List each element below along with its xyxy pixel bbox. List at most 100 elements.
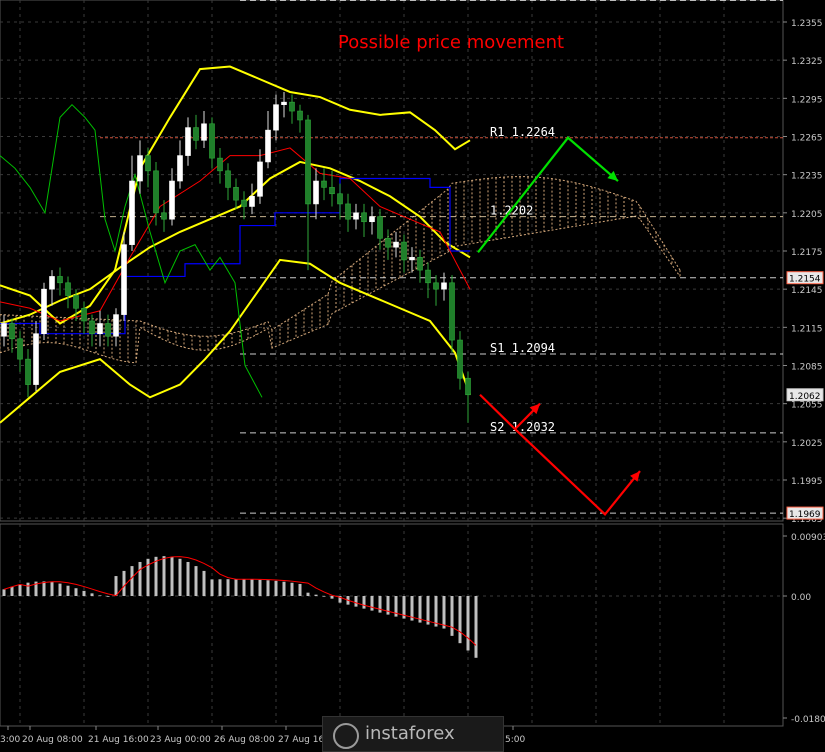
candle-body (297, 110, 303, 121)
macd-histogram-bar (58, 583, 62, 596)
macd-histogram-bar (82, 590, 86, 596)
macd-histogram-bar (378, 596, 382, 613)
candle-body (265, 129, 271, 163)
candle-body (49, 276, 55, 290)
macd-histogram-bar (250, 579, 254, 596)
candle-body (73, 295, 79, 309)
macd-histogram-bar (202, 570, 206, 596)
macd-tick-label: -0.01809 (791, 715, 825, 725)
candle-body (385, 237, 391, 248)
macd-histogram-bar (362, 596, 366, 609)
candle-body (169, 180, 175, 220)
macd-histogram-bar (242, 579, 246, 596)
macd-histogram-bar (442, 596, 446, 629)
candle-body (281, 101, 287, 105)
candle-body (321, 180, 327, 188)
macd-histogram-bar (466, 596, 470, 651)
candle-body (241, 199, 247, 207)
instaforex-logo-icon (333, 723, 359, 749)
macd-histogram-bar (90, 593, 94, 596)
macd-histogram-bar (114, 576, 118, 596)
candle-body (409, 257, 415, 261)
candle-body (337, 193, 343, 205)
price-tick-label: 1.2355 (791, 19, 823, 29)
macd-histogram-bar (18, 584, 22, 596)
macd-histogram-bar (290, 582, 294, 596)
candle-body (185, 127, 191, 156)
time-axis-label: 26 Aug 08:00 (214, 735, 275, 745)
candle-body (65, 282, 71, 296)
macd-histogram-bar (298, 583, 302, 596)
macd-histogram-bar (154, 556, 158, 596)
candle-body (89, 320, 95, 334)
level-label-R1: R1 1.2264 (490, 125, 555, 139)
candle-body (225, 170, 231, 188)
candle-body (57, 276, 63, 284)
macd-histogram-bar (138, 561, 142, 596)
candle-body (25, 358, 31, 385)
candle-body (305, 119, 311, 205)
annotation-title: Possible price movement (338, 32, 564, 53)
macd-histogram-bar (426, 596, 430, 625)
macd-histogram-bar (130, 566, 134, 596)
macd-tick-label: 0.00 (791, 593, 811, 603)
time-axis-label: 20 Aug 08:00 (22, 735, 83, 745)
candle-body (377, 216, 383, 239)
macd-histogram-bar (434, 596, 438, 627)
candle-body (417, 257, 423, 271)
macd-histogram-bar (274, 580, 278, 596)
candle-body (113, 314, 119, 337)
candle-body (41, 288, 47, 334)
candle-body (273, 104, 279, 131)
macd-histogram-bar (322, 596, 326, 597)
time-axis-label: 3:00 (0, 735, 20, 745)
watermark-text: instaforex (365, 723, 455, 744)
macd-histogram-bar (234, 579, 238, 596)
candle-body (249, 195, 255, 207)
macd-tick-label: 0.00903 (791, 533, 825, 543)
candle-body (129, 180, 135, 245)
price-tick-label: 1.2235 (791, 172, 823, 182)
candle-body (81, 307, 87, 322)
candle-body (137, 155, 143, 182)
macd-histogram-bar (210, 579, 214, 596)
candle-body (353, 212, 359, 220)
candle-body (145, 155, 151, 172)
macd-histogram-bar (282, 581, 286, 596)
price-tick-label: 1.2025 (791, 439, 823, 449)
price-tick-label: 1.2325 (791, 57, 823, 67)
candle-body (313, 180, 319, 205)
macd-histogram-bar (218, 579, 222, 596)
watermark: instaforex (322, 716, 504, 752)
price-tick-label: 1.2085 (791, 363, 823, 373)
candle-body (361, 212, 367, 223)
candle-body (289, 101, 295, 112)
candle-body (457, 339, 463, 379)
macd-histogram-bar (306, 592, 310, 596)
macd-histogram-bar (2, 589, 6, 596)
price-tick-label: 1.2295 (791, 95, 823, 105)
macd-histogram-bar (330, 596, 334, 599)
price-tick-label: 1.2175 (791, 248, 823, 258)
macd-histogram-bar (74, 588, 78, 596)
candle-body (97, 323, 103, 334)
candle-body (9, 323, 15, 340)
candle-body (233, 187, 239, 201)
candle-body (217, 157, 223, 172)
price-chart: R2 1.2372R1 1.22641.2202S1 1.2094S2 1.20… (0, 0, 825, 750)
macd-histogram-bar (458, 596, 462, 644)
candle-body (369, 216, 375, 223)
candle-body (401, 241, 407, 261)
macd-histogram-bar (226, 579, 230, 596)
candle-body (465, 377, 471, 396)
time-axis-label: 21 Aug 16:00 (88, 735, 149, 745)
time-axis-label: 23 Aug 00:00 (150, 735, 211, 745)
candle-body (209, 123, 215, 159)
macd-histogram-bar (50, 582, 54, 596)
price-tick-label: 1.1995 (791, 477, 823, 487)
macd-histogram-bar (66, 585, 70, 596)
candle-body (257, 161, 263, 197)
macd-histogram-bar (314, 594, 318, 596)
price-tick-label: 1.2055 (791, 401, 823, 411)
level-label-R2: R2 1.2372 (490, 0, 555, 1)
